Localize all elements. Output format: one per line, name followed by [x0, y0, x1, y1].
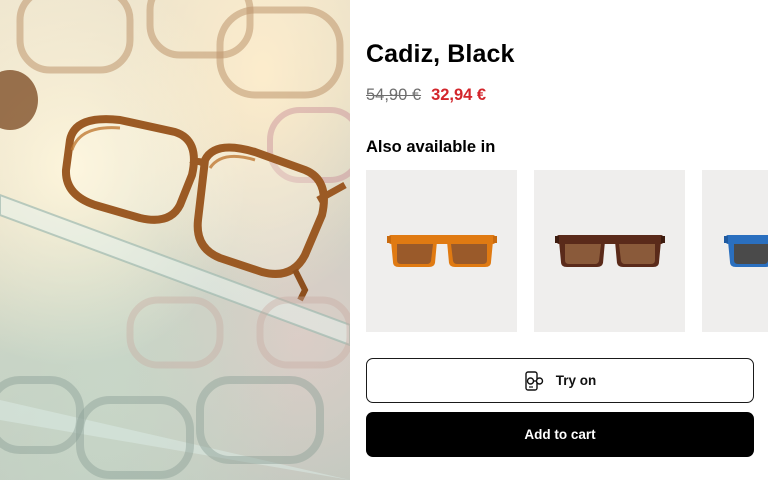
variant-item-blue[interactable]: [702, 170, 768, 332]
add-to-cart-button[interactable]: Add to cart: [366, 412, 754, 457]
price-row: 54,90 € 32,94 €: [366, 86, 486, 105]
variants-heading: Also available in: [366, 138, 496, 156]
add-to-cart-label: Add to cart: [524, 427, 596, 442]
variant-item-brown[interactable]: [534, 170, 685, 332]
sunglasses-brown-image: [554, 235, 665, 267]
eyeglasses-display-photo: [0, 0, 350, 480]
try-on-button[interactable]: Try on: [366, 358, 754, 403]
variant-item-orange[interactable]: [366, 170, 517, 332]
sunglasses-blue-image: [724, 235, 768, 267]
face-glasses-icon: [524, 370, 546, 392]
product-panel: Cadiz, Black 54,90 € 32,94 € Also availa…: [350, 0, 768, 480]
sunglasses-orange-image: [386, 235, 497, 267]
product-title: Cadiz, Black: [366, 40, 515, 68]
try-on-label: Try on: [555, 373, 597, 388]
hero-image: [0, 0, 350, 480]
sale-price: 32,94 €: [431, 86, 487, 104]
variant-carousel[interactable]: [366, 170, 768, 332]
original-price: 54,90 €: [366, 86, 422, 104]
